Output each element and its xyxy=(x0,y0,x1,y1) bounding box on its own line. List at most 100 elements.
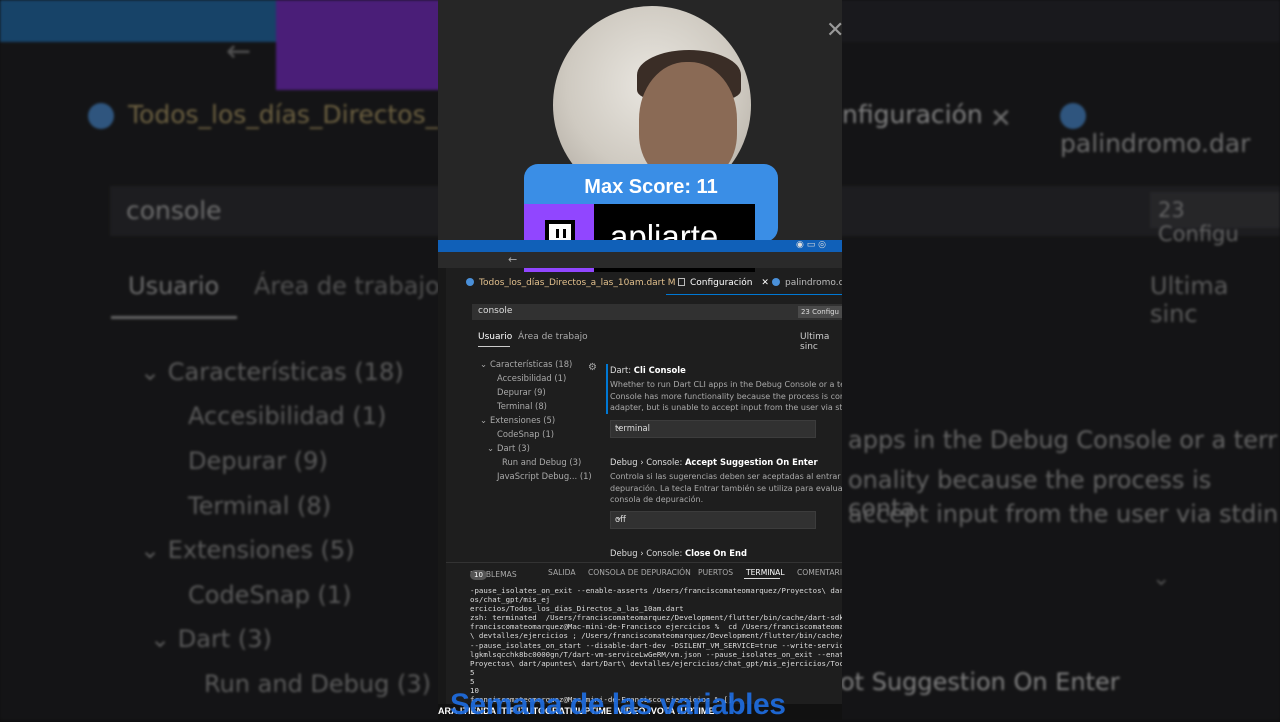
tab-salida[interactable]: SALIDA xyxy=(548,568,576,577)
background-tree-item: Terminal (8) xyxy=(188,492,332,520)
setting-name: Accept Suggestion On Enter xyxy=(684,457,818,467)
terminal-line: zsh: terminated /Users/franciscomateomar… xyxy=(470,613,842,623)
dart-icon xyxy=(466,278,474,286)
tab-dart-file[interactable]: Todos_los_días_Directos_a_las_10am.dart … xyxy=(466,278,676,288)
close-icon[interactable]: ✕ xyxy=(826,18,842,43)
system-tray-icons: ◉ ▭ ◎ xyxy=(796,240,826,250)
back-arrow-icon[interactable]: ← xyxy=(508,253,517,266)
background-desc-line: apps in the Debug Console or a terr xyxy=(848,426,1278,454)
editor-tabs: Todos_los_días_Directos_a_las_10am.dart … xyxy=(446,274,842,294)
active-setting-indicator xyxy=(606,364,608,414)
setting-prefix: Debug › Console: xyxy=(610,457,685,467)
setting-desc-line: consola de depuración. xyxy=(610,495,704,504)
background-tree-item: CodeSnap (1) xyxy=(188,581,352,609)
tab-puertos[interactable]: PUERTOS xyxy=(698,568,733,577)
terminal-line: \ devtalles/ejercicios ; /Users/francisc… xyxy=(470,631,842,641)
tab-configuracion[interactable]: Configuración ✕ xyxy=(678,278,769,288)
panel-divider xyxy=(446,562,842,563)
chevron-down-icon: ⌄ xyxy=(487,443,495,453)
stream-overlay: ✕ Max Score: 11 apliarte ◉ ▭ ◎ ← Todos_l… xyxy=(438,0,842,720)
tab-area-de-trabajo[interactable]: Área de trabajo xyxy=(518,332,588,342)
tree-item-terminal[interactable]: Terminal (8) xyxy=(497,401,547,411)
setting-name: Cli Console xyxy=(633,365,686,375)
terminal-line: 5 xyxy=(470,667,475,677)
activity-bar xyxy=(438,268,446,720)
setting-name: Close On End xyxy=(684,548,747,558)
terminal-line: franciscomateomarquez@Mac-mini-de-Franci… xyxy=(470,622,842,632)
chevron-down-icon: ⌄ xyxy=(615,513,623,523)
background-tree-label: Extensiones (5) xyxy=(167,536,355,564)
background-tree-item: ⌄ Características (18) xyxy=(140,358,404,386)
setting-title: Dart: Cli Console xyxy=(610,365,686,375)
tab-dart-file-label: Todos_los_días_Directos_a_las_10am.dart xyxy=(479,278,665,288)
chevron-down-icon: ⌄ xyxy=(1152,566,1171,591)
dart-icon xyxy=(1060,103,1086,129)
chevron-down-icon: ⌄ xyxy=(615,422,623,432)
background-nav-underline xyxy=(111,316,237,319)
background-tab-file-label: Todos_los_días_Directos_a xyxy=(128,100,454,129)
setting-description: Whether to run Dart CLI apps in the Debu… xyxy=(610,379,842,414)
setting-desc-line: Whether to run Dart CLI apps in the Debu… xyxy=(610,380,842,389)
chevron-down-icon: ⌄ xyxy=(480,359,488,369)
background-purple-block xyxy=(276,0,446,90)
background-desc-line: accept input from the user via stdin xyxy=(848,500,1279,528)
background-tree-item: ⌄ Extensiones (5) xyxy=(140,536,355,564)
background-tab-file: Todos_los_días_Directos_a xyxy=(88,100,453,129)
tree-item-dart[interactable]: ⌄ Dart (3) xyxy=(487,443,530,453)
dart-icon xyxy=(772,278,780,286)
gear-icon[interactable]: ⚙ xyxy=(588,362,597,373)
tree-item-run-and-debug[interactable]: Run and Debug (3) xyxy=(502,457,581,467)
setting-desc-line: depuración. La tecla Entrar también se u… xyxy=(610,483,842,493)
background-tree-label: Dart (3) xyxy=(177,625,272,653)
background-count: 23 Configu xyxy=(1150,192,1280,246)
tab-terminal[interactable]: TERMINAL xyxy=(746,568,785,577)
panel-tabs: PROBLEMAS 10 SALIDA CONSOLA DE DEPURACIÓ… xyxy=(470,566,842,580)
tab-comentarios[interactable]: COMENTARIOS xyxy=(797,568,842,577)
background-search-value: console xyxy=(126,196,222,225)
close-icon[interactable]: ✕ xyxy=(761,278,769,288)
tab-configuracion-label: Configuración xyxy=(690,278,753,288)
terminal-line: ercicios/Todos_los_días_Directos_a_las_1… xyxy=(470,604,684,614)
background-tab-palindromo-label: palindromo.dar xyxy=(1060,129,1251,158)
settings-search-input[interactable] xyxy=(472,304,684,318)
setting-desc-line: adapter, but is unable to accept input f… xyxy=(610,403,842,412)
terminal-line: --pause_isolates_on_start --disable-dart… xyxy=(470,640,842,650)
setting-desc-line: Controla si las sugerencias deben ser ac… xyxy=(610,472,842,481)
chevron-down-icon: ⌄ xyxy=(480,415,488,425)
video-caption: Semana de las variables xyxy=(450,688,786,721)
active-tab-indicator xyxy=(666,294,842,295)
tree-item-caracteristicas[interactable]: ⌄ Características (18) xyxy=(480,359,572,369)
setting-title: Debug › Console: Accept Suggestion On En… xyxy=(610,457,818,467)
terminal-line: lgkmlsqcchk8bc0000gn/T/dart-vm-serviceLw… xyxy=(470,649,842,659)
cli-console-select[interactable]: terminal ⌄ xyxy=(610,420,816,438)
back-arrow-icon: ← xyxy=(226,34,252,69)
terminal-line: 5 xyxy=(470,676,475,686)
tree-item-accesibilidad[interactable]: Accesibilidad (1) xyxy=(497,373,566,383)
close-icon: ✕ xyxy=(990,104,1012,134)
file-icon xyxy=(678,278,685,286)
tree-item-label: Características (18) xyxy=(490,359,573,369)
tree-item-label: Dart (3) xyxy=(497,443,530,453)
tab-consola-depuracion[interactable]: CONSOLA DE DEPURACIÓN xyxy=(588,568,691,577)
settings-search-field[interactable]: 23 Configu xyxy=(472,304,842,320)
tab-usuario[interactable]: Usuario xyxy=(478,332,512,342)
editor-nav-bar xyxy=(438,252,842,268)
background-tree-item: Depurar (9) xyxy=(188,447,328,475)
background-nav-area: Área de trabajo xyxy=(254,272,440,300)
setting-prefix: Dart: xyxy=(610,365,634,375)
last-sync-label: Ultima sinc xyxy=(800,332,830,352)
background-tab-config: nfiguración xyxy=(842,100,983,129)
tree-item-codesnap[interactable]: CodeSnap (1) xyxy=(497,429,554,439)
tree-item-javascript-debug[interactable]: JavaScript Debug... (1) xyxy=(497,471,592,481)
tree-item-label: Extensiones (5) xyxy=(490,415,556,425)
terminal-line: Proyectos\ dart/apuntes\ dart/Dart\ devt… xyxy=(470,658,842,668)
background-desc-line: ot Suggestion On Enter xyxy=(840,668,1120,696)
background-tab-palindromo: palindromo.dar xyxy=(1060,100,1280,158)
webcam-area: ✕ Max Score: 11 apliarte xyxy=(438,0,842,272)
settings-count-badge: 23 Configu xyxy=(797,306,842,318)
accept-suggestion-select[interactable]: off ⌄ xyxy=(610,511,816,529)
tab-palindromo[interactable]: palindromo.dar xyxy=(772,278,842,288)
tree-item-depurar[interactable]: Depurar (9) xyxy=(497,387,546,397)
tree-item-extensiones[interactable]: ⌄ Extensiones (5) xyxy=(480,415,555,425)
background-tree-label: Características (18) xyxy=(167,358,404,386)
